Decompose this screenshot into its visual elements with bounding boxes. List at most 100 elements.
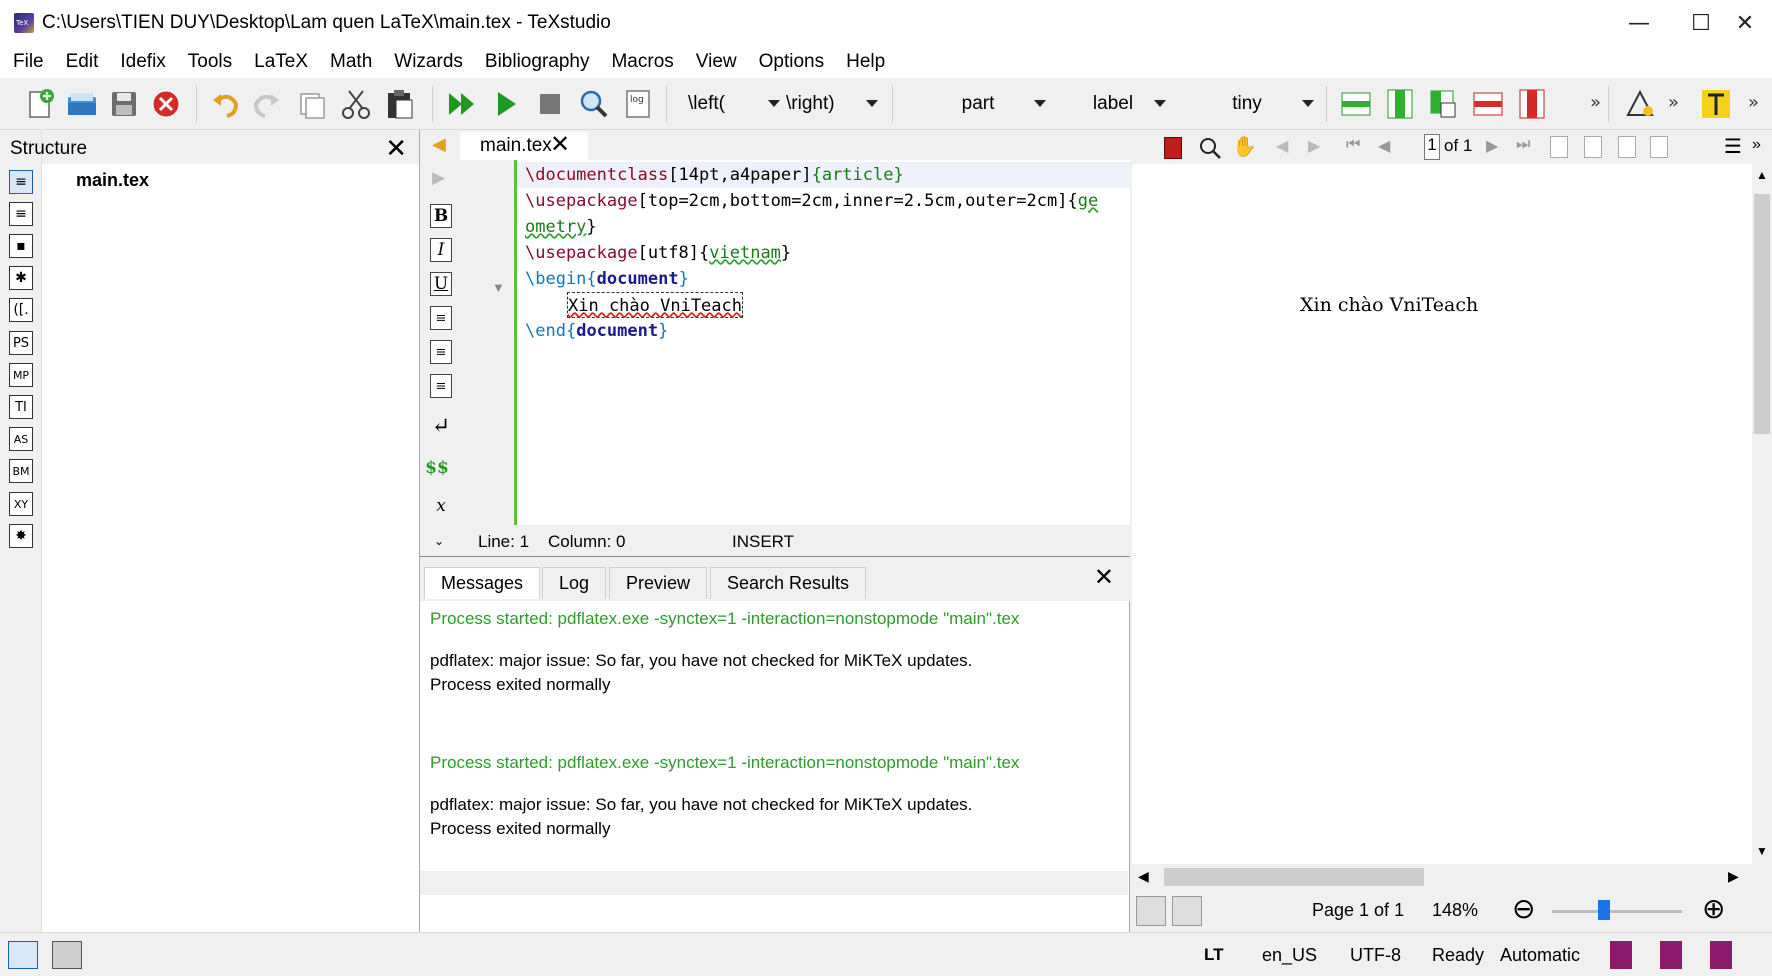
metapost-tab-icon[interactable]: MP	[9, 363, 33, 387]
history-forward-icon[interactable]: ▶	[1308, 136, 1320, 156]
menu-latex[interactable]: LaTeX	[243, 51, 319, 73]
fold-toggle-icon[interactable]: ▼	[492, 280, 505, 295]
add-column-icon[interactable]	[1380, 84, 1420, 124]
paste-icon[interactable]	[380, 84, 420, 124]
bold-button[interactable]: B	[430, 204, 452, 228]
bookmark-tab-icon[interactable]: ▪	[9, 234, 33, 258]
previous-page-icon[interactable]: ◀	[1378, 136, 1390, 156]
messages-scrollbar[interactable]	[420, 871, 1128, 895]
fit-page-icon[interactable]	[1618, 136, 1636, 158]
zoom-slider-track[interactable]	[1552, 910, 1682, 913]
menu-options[interactable]: Options	[748, 51, 835, 73]
redo-icon[interactable]	[246, 84, 286, 124]
zoom-in-icon[interactable]: ⊕	[1702, 892, 1725, 925]
structure-tab-icon[interactable]: ≡	[9, 170, 33, 194]
new-file-icon[interactable]	[20, 84, 60, 124]
pdf-icon[interactable]	[1164, 137, 1182, 159]
single-page-icon[interactable]	[1650, 136, 1668, 158]
bookmark-1-icon[interactable]	[1610, 941, 1632, 969]
sync-unlock-icon[interactable]	[1172, 896, 1202, 926]
beamer-tab-icon[interactable]: BM	[9, 459, 33, 483]
language-selector[interactable]: en_US	[1262, 945, 1317, 966]
remove-column-icon[interactable]	[1512, 84, 1552, 124]
tab-log[interactable]: Log	[542, 567, 607, 599]
scroll-thumb[interactable]	[1164, 868, 1424, 886]
pdf-preview[interactable]	[1132, 164, 1752, 864]
toggle-side-panel-icon[interactable]	[8, 941, 38, 969]
zoom-slider-thumb[interactable]	[1598, 900, 1610, 920]
build-and-view-icon[interactable]	[442, 84, 482, 124]
structure-tree-item[interactable]: main.tex	[76, 170, 149, 191]
pstricks-tab-icon[interactable]: PS	[9, 331, 33, 355]
menu-bibliography[interactable]: Bibliography	[474, 51, 601, 73]
special-symbols-tab-icon[interactable]: ✸	[9, 524, 33, 548]
page-number-input[interactable]: 1	[1424, 134, 1440, 160]
zoom-100-icon[interactable]	[1550, 136, 1568, 158]
sync-lock-icon[interactable]	[1136, 896, 1166, 926]
stop-icon[interactable]	[530, 84, 570, 124]
menu-tools[interactable]: Tools	[177, 51, 243, 73]
toolbar-overflow-icon[interactable]: »	[1668, 92, 1679, 113]
menu-edit[interactable]: Edit	[55, 51, 110, 73]
new-line-button[interactable]: ↵	[430, 414, 452, 439]
inline-math-button[interactable]: $$	[425, 456, 449, 480]
align-left-button[interactable]: ≡	[430, 306, 452, 330]
undo-icon[interactable]	[206, 84, 246, 124]
underline-button[interactable]: U	[430, 272, 452, 296]
minimize-button[interactable]: —	[1608, 0, 1670, 46]
align-center-button[interactable]: ≡	[430, 340, 452, 364]
bookmark-3-icon[interactable]	[1710, 941, 1732, 969]
tab-search-results[interactable]: Search Results	[710, 567, 867, 599]
pdf-horizontal-scrollbar[interactable]: ◀ ▶	[1132, 866, 1752, 888]
zoom-level[interactable]: 148%	[1432, 900, 1478, 921]
search-icon[interactable]	[1198, 136, 1222, 160]
subscript-button[interactable]: x	[430, 494, 452, 518]
next-page-icon[interactable]: ▶	[1486, 136, 1498, 156]
scroll-down-icon[interactable]: ▼	[1756, 844, 1768, 858]
open-file-icon[interactable]	[62, 84, 102, 124]
first-page-icon[interactable]: ⏮	[1346, 136, 1360, 154]
menu-file[interactable]: File	[2, 51, 55, 73]
triangle-tool-icon[interactable]	[1620, 84, 1660, 124]
brackets-tab-icon[interactable]: ([.	[9, 298, 33, 322]
asymptote-tab-icon[interactable]: AS	[9, 427, 33, 451]
cut-icon[interactable]	[336, 84, 376, 124]
scroll-thumb[interactable]	[1754, 194, 1770, 434]
view-pdf-icon[interactable]	[574, 84, 614, 124]
xymatrix-tab-icon[interactable]: XY	[9, 492, 33, 516]
scroll-left-icon[interactable]: ◀	[1138, 868, 1149, 885]
tab-messages[interactable]: Messages	[424, 567, 541, 599]
sectioning-combo[interactable]: part	[906, 88, 1050, 120]
forward-arrow-icon[interactable]: ▶	[432, 168, 445, 188]
copy-icon[interactable]	[292, 84, 332, 124]
table-cell-icon[interactable]	[1424, 84, 1464, 124]
languagetool-indicator[interactable]: LT	[1204, 945, 1224, 965]
align-right-button[interactable]: ≡	[430, 374, 452, 398]
right-delimiter-combo[interactable]: \right)	[786, 88, 882, 120]
text-tool-icon[interactable]	[1696, 84, 1736, 124]
menu-idefix[interactable]: Idefix	[109, 51, 176, 73]
collapse-icon[interactable]: ⌄	[434, 534, 444, 548]
fit-width-icon[interactable]	[1584, 136, 1602, 158]
references-combo[interactable]: label	[1056, 88, 1170, 120]
close-structure-icon[interactable]: ✕	[385, 134, 407, 164]
pdf-vertical-scrollbar[interactable]: ▲ ▼	[1752, 164, 1772, 864]
toolbar-overflow-icon[interactable]: »	[1590, 92, 1601, 113]
compile-icon[interactable]	[486, 84, 526, 124]
scroll-up-icon[interactable]: ▲	[1756, 168, 1768, 182]
bookmark-2-icon[interactable]	[1660, 941, 1682, 969]
mode-selector[interactable]: Automatic	[1500, 945, 1580, 966]
tikz-tab-icon[interactable]: TI	[9, 395, 33, 419]
toolbar-overflow-icon[interactable]: »	[1748, 92, 1759, 113]
view-log-icon[interactable]: log	[618, 84, 658, 124]
zoom-out-icon[interactable]: ⊖	[1512, 892, 1535, 925]
toolbar-overflow-icon[interactable]: »	[1752, 136, 1761, 154]
history-back-icon[interactable]: ◀	[1276, 136, 1288, 156]
back-arrow-icon[interactable]: ◀	[432, 134, 446, 155]
code-editor[interactable]: \documentclass[14pt,a4paper]{article} \u…	[514, 160, 1130, 525]
close-file-icon[interactable]	[146, 84, 186, 124]
encoding-selector[interactable]: UTF-8	[1350, 945, 1401, 966]
add-row-icon[interactable]	[1336, 84, 1376, 124]
menu-macros[interactable]: Macros	[600, 51, 684, 73]
last-page-icon[interactable]: ⏭	[1516, 136, 1530, 154]
